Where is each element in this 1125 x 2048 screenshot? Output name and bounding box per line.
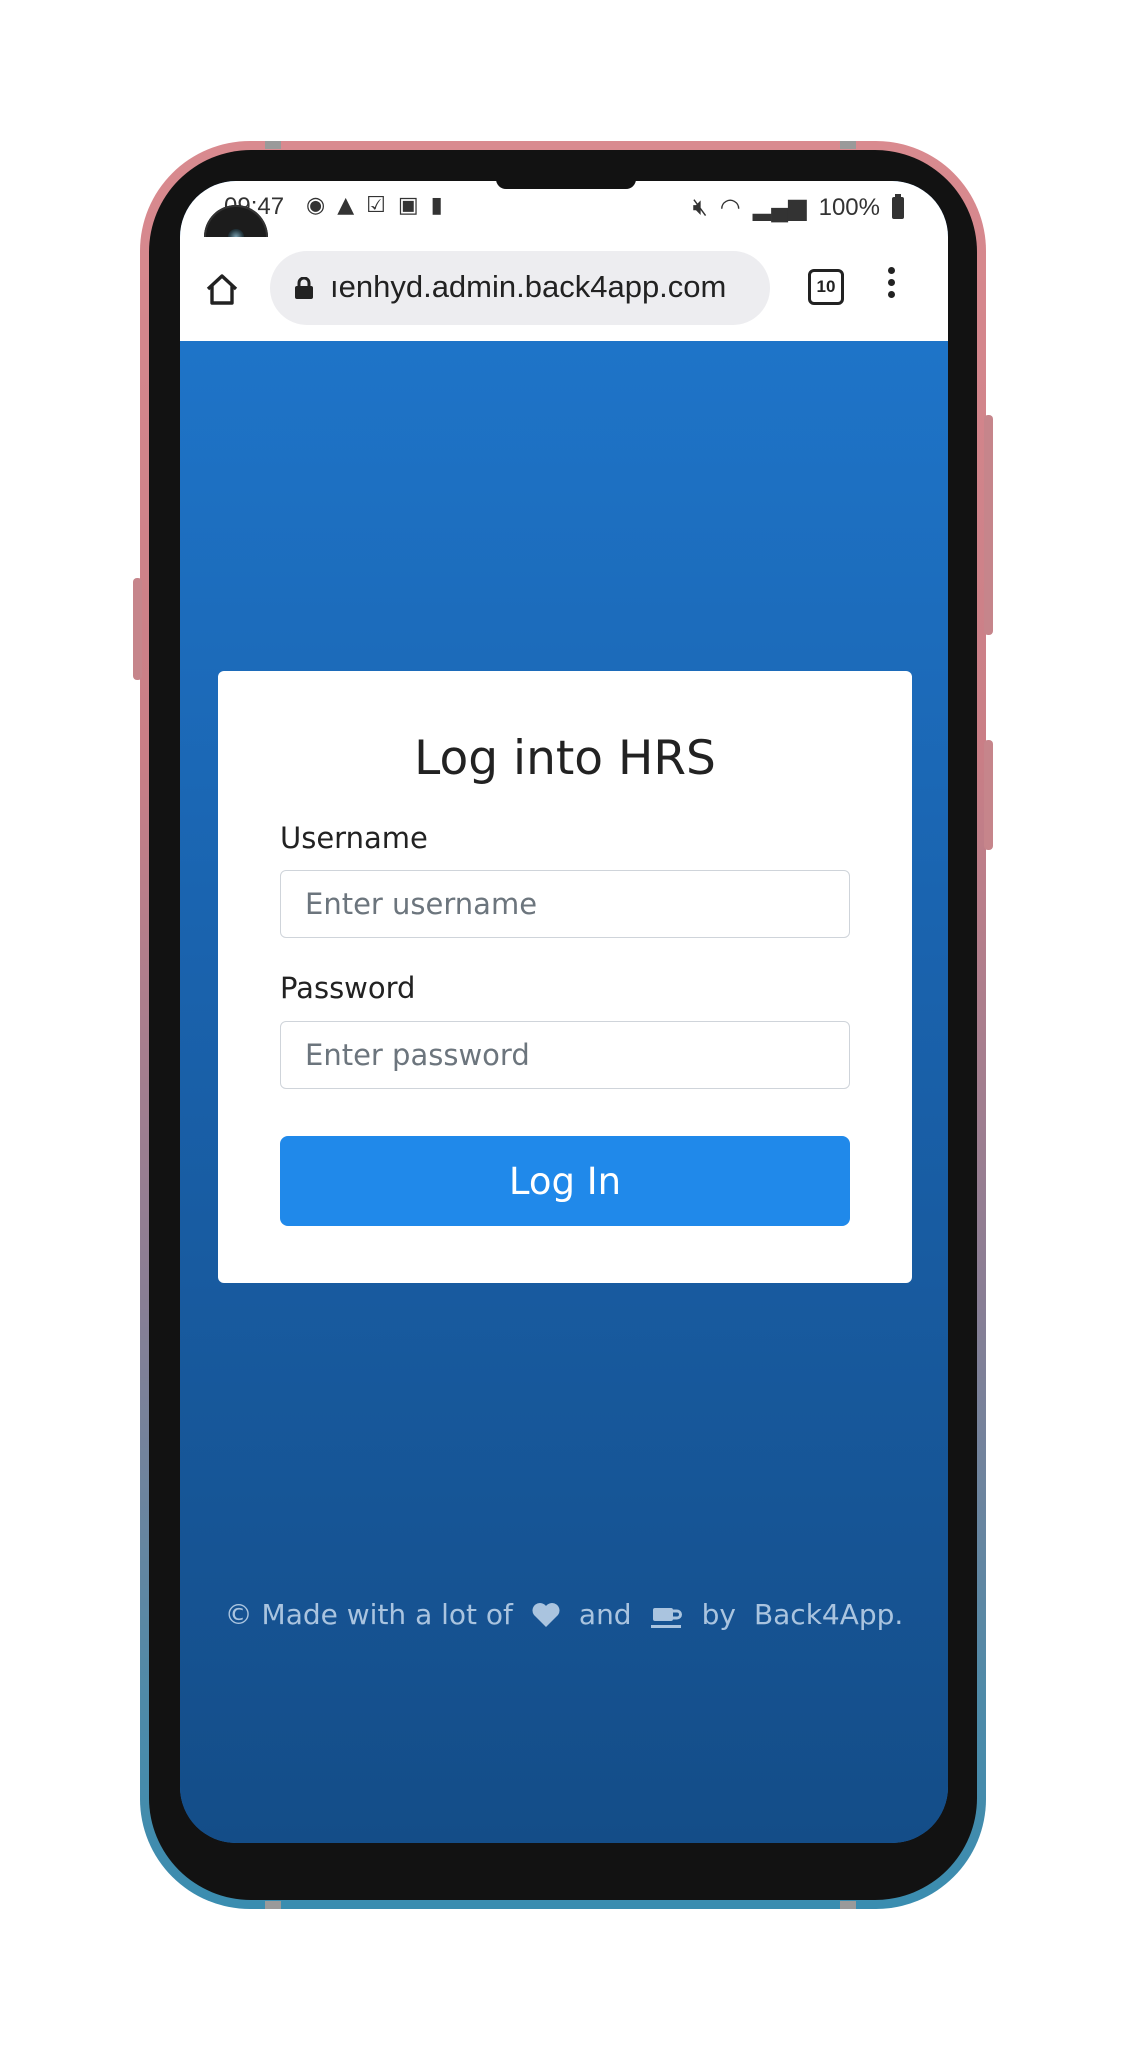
antenna-line [840, 141, 856, 149]
battery-icon [892, 193, 904, 219]
footer-prefix: © Made with a lot of [224, 1598, 513, 1631]
login-button[interactable]: Log In [280, 1136, 850, 1226]
battery-full-notification-icon: ▮ [430, 193, 443, 218]
footer-by: by [701, 1598, 736, 1631]
signal-icon: ▂▄▆ [752, 194, 807, 221]
phone-power-button [984, 740, 993, 850]
status-bar: 09:47 ◉ ▲ ☑ ▣ ▮ 🔇︎ ◠ ▂▄▆ 100% [180, 181, 948, 237]
phone-screen: 09:47 ◉ ▲ ☑ ▣ ▮ 🔇︎ ◠ ▂▄▆ 100% ıenhyd.adm… [180, 181, 948, 1843]
speaker-notch [496, 181, 636, 189]
image-icon: ▣ [397, 193, 419, 218]
url-text: ıenhyd.admin.back4app.com [330, 269, 727, 304]
username-label: Username [280, 821, 428, 855]
heart-icon [532, 1602, 560, 1627]
antenna-line [265, 1901, 281, 1909]
checkbox-icon: ☑ [366, 193, 386, 218]
warning-icon: ▲ [337, 193, 355, 218]
page-title: Log into HRS [414, 731, 716, 786]
address-bar[interactable]: ıenhyd.admin.back4app.com [270, 251, 770, 325]
coffee-icon [650, 1607, 682, 1628]
footer: © Made with a lot of and by Back4App. [180, 1598, 948, 1631]
menu-dot [887, 267, 895, 274]
footer-and: and [578, 1598, 632, 1631]
system-icons: 🔇︎ ◠ ▂▄▆ 100% [693, 193, 904, 222]
password-input[interactable] [280, 1021, 850, 1089]
menu-dot [887, 291, 895, 298]
home-icon[interactable] [204, 271, 240, 307]
mute-icon: 🔇︎ [692, 193, 708, 221]
wifi-icon: ◠ [719, 194, 741, 221]
lock-icon [295, 277, 313, 299]
phone-side-button [984, 415, 993, 635]
battery-percent: 100% [818, 193, 880, 221]
footer-brand-link[interactable]: Back4App. [754, 1598, 903, 1631]
antenna-line [840, 1901, 856, 1909]
login-card: Log into HRS Username Password Log In [218, 671, 912, 1283]
overflow-menu-icon[interactable] [886, 267, 896, 307]
notification-icons: ◉ ▲ ☑ ▣ ▮ [306, 193, 443, 218]
menu-dot [887, 279, 895, 286]
phone-volume-button [133, 578, 142, 680]
username-input[interactable] [280, 870, 850, 938]
messenger-icon: ◉ [306, 193, 326, 218]
page-body: Log into HRS Username Password Log In © … [180, 341, 948, 1843]
tabs-count-button[interactable]: 10 [808, 269, 844, 305]
password-label: Password [280, 971, 416, 1005]
browser-toolbar: ıenhyd.admin.back4app.com 10 [180, 237, 948, 341]
antenna-line [265, 141, 281, 149]
